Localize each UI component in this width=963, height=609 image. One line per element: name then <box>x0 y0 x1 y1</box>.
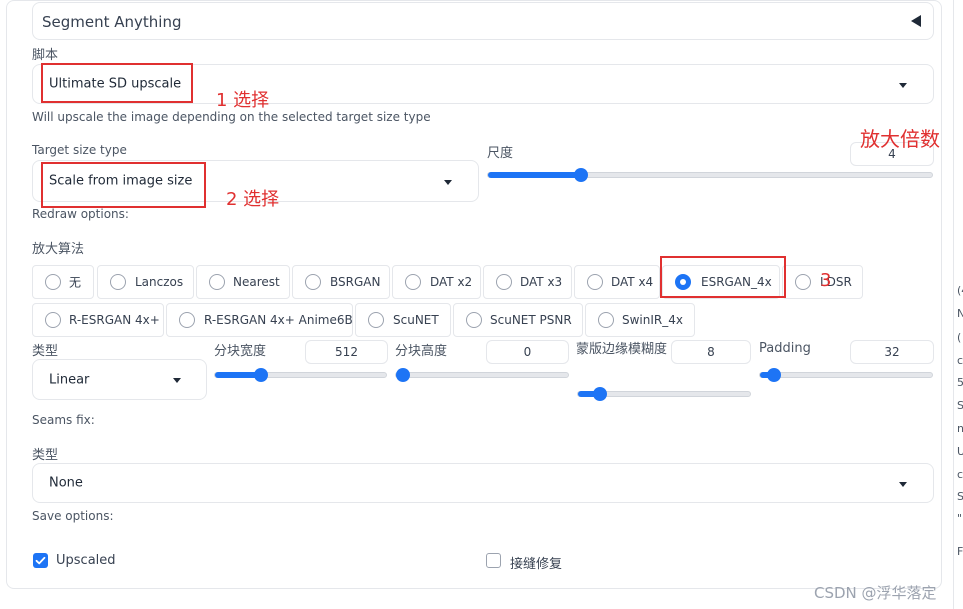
side-text: 5 <box>957 376 963 389</box>
annotation-box-script <box>41 63 193 103</box>
upscaler-option[interactable]: SwinIR_4x <box>585 303 695 337</box>
upscaler-option-label: ScuNET PSNR <box>490 313 572 327</box>
tile-height-number-input[interactable]: 0 <box>486 340 569 364</box>
side-text: c <box>957 354 963 367</box>
radio-circle[interactable] <box>45 312 61 328</box>
upscaler-option-label: Lanczos <box>135 275 184 289</box>
side-text: F <box>957 545 963 558</box>
upscaler-option[interactable]: R-ESRGAN 4x+ Anime6B <box>166 303 353 337</box>
side-text: ( <box>957 331 962 344</box>
mask-blur-label: 蒙版边缘模糊度 <box>576 342 668 357</box>
side-text: c <box>957 468 963 481</box>
seams-type-dropdown[interactable]: None <box>32 463 934 503</box>
radio-circle[interactable] <box>466 312 482 328</box>
scale-slider-fill <box>488 172 582 178</box>
upscaler-option[interactable]: R-ESRGAN 4x+ <box>32 303 164 337</box>
tile-height-slider-thumb[interactable] <box>396 368 410 382</box>
seams-type-value: None <box>49 475 83 491</box>
collapse-arrow-icon[interactable] <box>911 15 921 27</box>
mask-blur-number-input[interactable]: 8 <box>671 340 751 364</box>
watermark: CSDN @浮华落定 <box>814 584 937 602</box>
upscaled-label: Upscaled <box>56 553 116 568</box>
upscaler-option[interactable]: DAT x2 <box>392 265 481 299</box>
radio-circle[interactable] <box>179 312 195 328</box>
annotation-step2: 2 选择 <box>226 189 280 210</box>
tile-height-slider[interactable] <box>395 368 569 382</box>
scale-slider[interactable] <box>487 168 933 182</box>
upscaler-option-label: DAT x2 <box>430 275 473 289</box>
padding-label: Padding <box>759 341 811 356</box>
side-text: n <box>957 422 963 435</box>
radio-circle[interactable] <box>795 274 811 290</box>
radio-circle[interactable] <box>368 312 384 328</box>
upscaler-option-label: R-ESRGAN 4x+ Anime6B <box>204 313 353 327</box>
chevron-down-icon <box>899 482 907 487</box>
upscaled-checkbox[interactable] <box>33 553 48 568</box>
tile-width-number-input[interactable]: 512 <box>305 340 388 364</box>
upscaler-option-label: DAT x4 <box>611 275 654 289</box>
upscaler-option[interactable]: DAT x4 <box>574 265 660 299</box>
type-value: Linear <box>49 372 90 387</box>
seams-fix-label: Seams fix: <box>32 413 95 427</box>
mask-blur-slider[interactable] <box>577 387 751 401</box>
scale-label: 尺度 <box>487 146 514 161</box>
upscaler-option-label: R-ESRGAN 4x+ <box>69 313 160 327</box>
upscaler-option[interactable]: Lanczos <box>97 265 194 299</box>
radio-circle[interactable] <box>598 312 614 328</box>
upscaler-option[interactable]: ScuNET <box>355 303 451 337</box>
redraw-options-label: Redraw options: <box>32 207 129 221</box>
side-text: N <box>957 307 963 320</box>
upscaler-option[interactable]: BSRGAN <box>292 265 390 299</box>
radio-circle[interactable] <box>110 274 126 290</box>
upscaler-option[interactable]: DAT x3 <box>483 265 572 299</box>
upscaler-option[interactable]: ScuNET PSNR <box>453 303 583 337</box>
upscaler-option-label: DAT x3 <box>520 275 563 289</box>
side-text: S <box>957 399 963 412</box>
upscaler-option-label: ScuNET <box>393 313 439 327</box>
target-size-label: Target size type <box>32 143 127 157</box>
side-text: S <box>957 490 963 503</box>
upscaler-label: 放大算法 <box>32 242 85 257</box>
tile-height-label: 分块高度 <box>395 344 448 359</box>
radio-circle[interactable] <box>45 274 61 290</box>
script-label: 脚本 <box>32 48 59 63</box>
annotation-step1: 1 选择 <box>216 90 270 111</box>
radio-circle[interactable] <box>305 274 321 290</box>
padding-slider-thumb[interactable] <box>766 368 781 382</box>
tile-width-label: 分块宽度 <box>214 344 267 359</box>
upscaler-option-label: Nearest <box>233 275 280 289</box>
chevron-down-icon <box>444 180 452 185</box>
upscaler-option-label: SwinIR_4x <box>622 313 683 327</box>
annotation-box-esrgan <box>660 256 786 298</box>
type-dropdown[interactable]: Linear <box>32 359 207 400</box>
seams-fix-save-label: 接缝修复 <box>510 557 563 572</box>
tile-width-slider[interactable] <box>214 368 387 382</box>
seams-type-label: 类型 <box>32 448 59 463</box>
radio-circle[interactable] <box>587 274 603 290</box>
padding-number-input[interactable]: 32 <box>850 340 934 364</box>
padding-slider[interactable] <box>759 368 933 382</box>
annotation-step3: 3 <box>820 270 832 291</box>
side-text: (4 <box>957 284 963 297</box>
radio-circle[interactable] <box>496 274 512 290</box>
upscaler-option-label: 无 <box>69 275 82 290</box>
chevron-down-icon <box>899 83 907 88</box>
side-text: U <box>957 445 963 458</box>
chevron-down-icon <box>173 378 181 383</box>
upscaler-option[interactable]: 无 <box>32 265 94 299</box>
type-label: 类型 <box>32 344 59 359</box>
check-icon <box>35 556 46 565</box>
radio-circle[interactable] <box>209 274 225 290</box>
accordion-title: Segment Anything <box>42 13 182 31</box>
save-options-label: Save options: <box>32 509 114 523</box>
seams-fix-checkbox[interactable] <box>486 553 501 568</box>
annotation-box-target <box>41 162 206 208</box>
upscaler-option[interactable]: Nearest <box>196 265 290 299</box>
segment-anything-accordion[interactable]: Segment Anything <box>32 2 934 40</box>
script-hint: Will upscale the image depending on the … <box>32 110 431 124</box>
annotation-scale-note: 放大倍数 <box>860 127 940 151</box>
radio-circle[interactable] <box>405 274 421 290</box>
upscaler-option-label: BSRGAN <box>330 275 381 289</box>
side-text: " <box>957 512 963 525</box>
